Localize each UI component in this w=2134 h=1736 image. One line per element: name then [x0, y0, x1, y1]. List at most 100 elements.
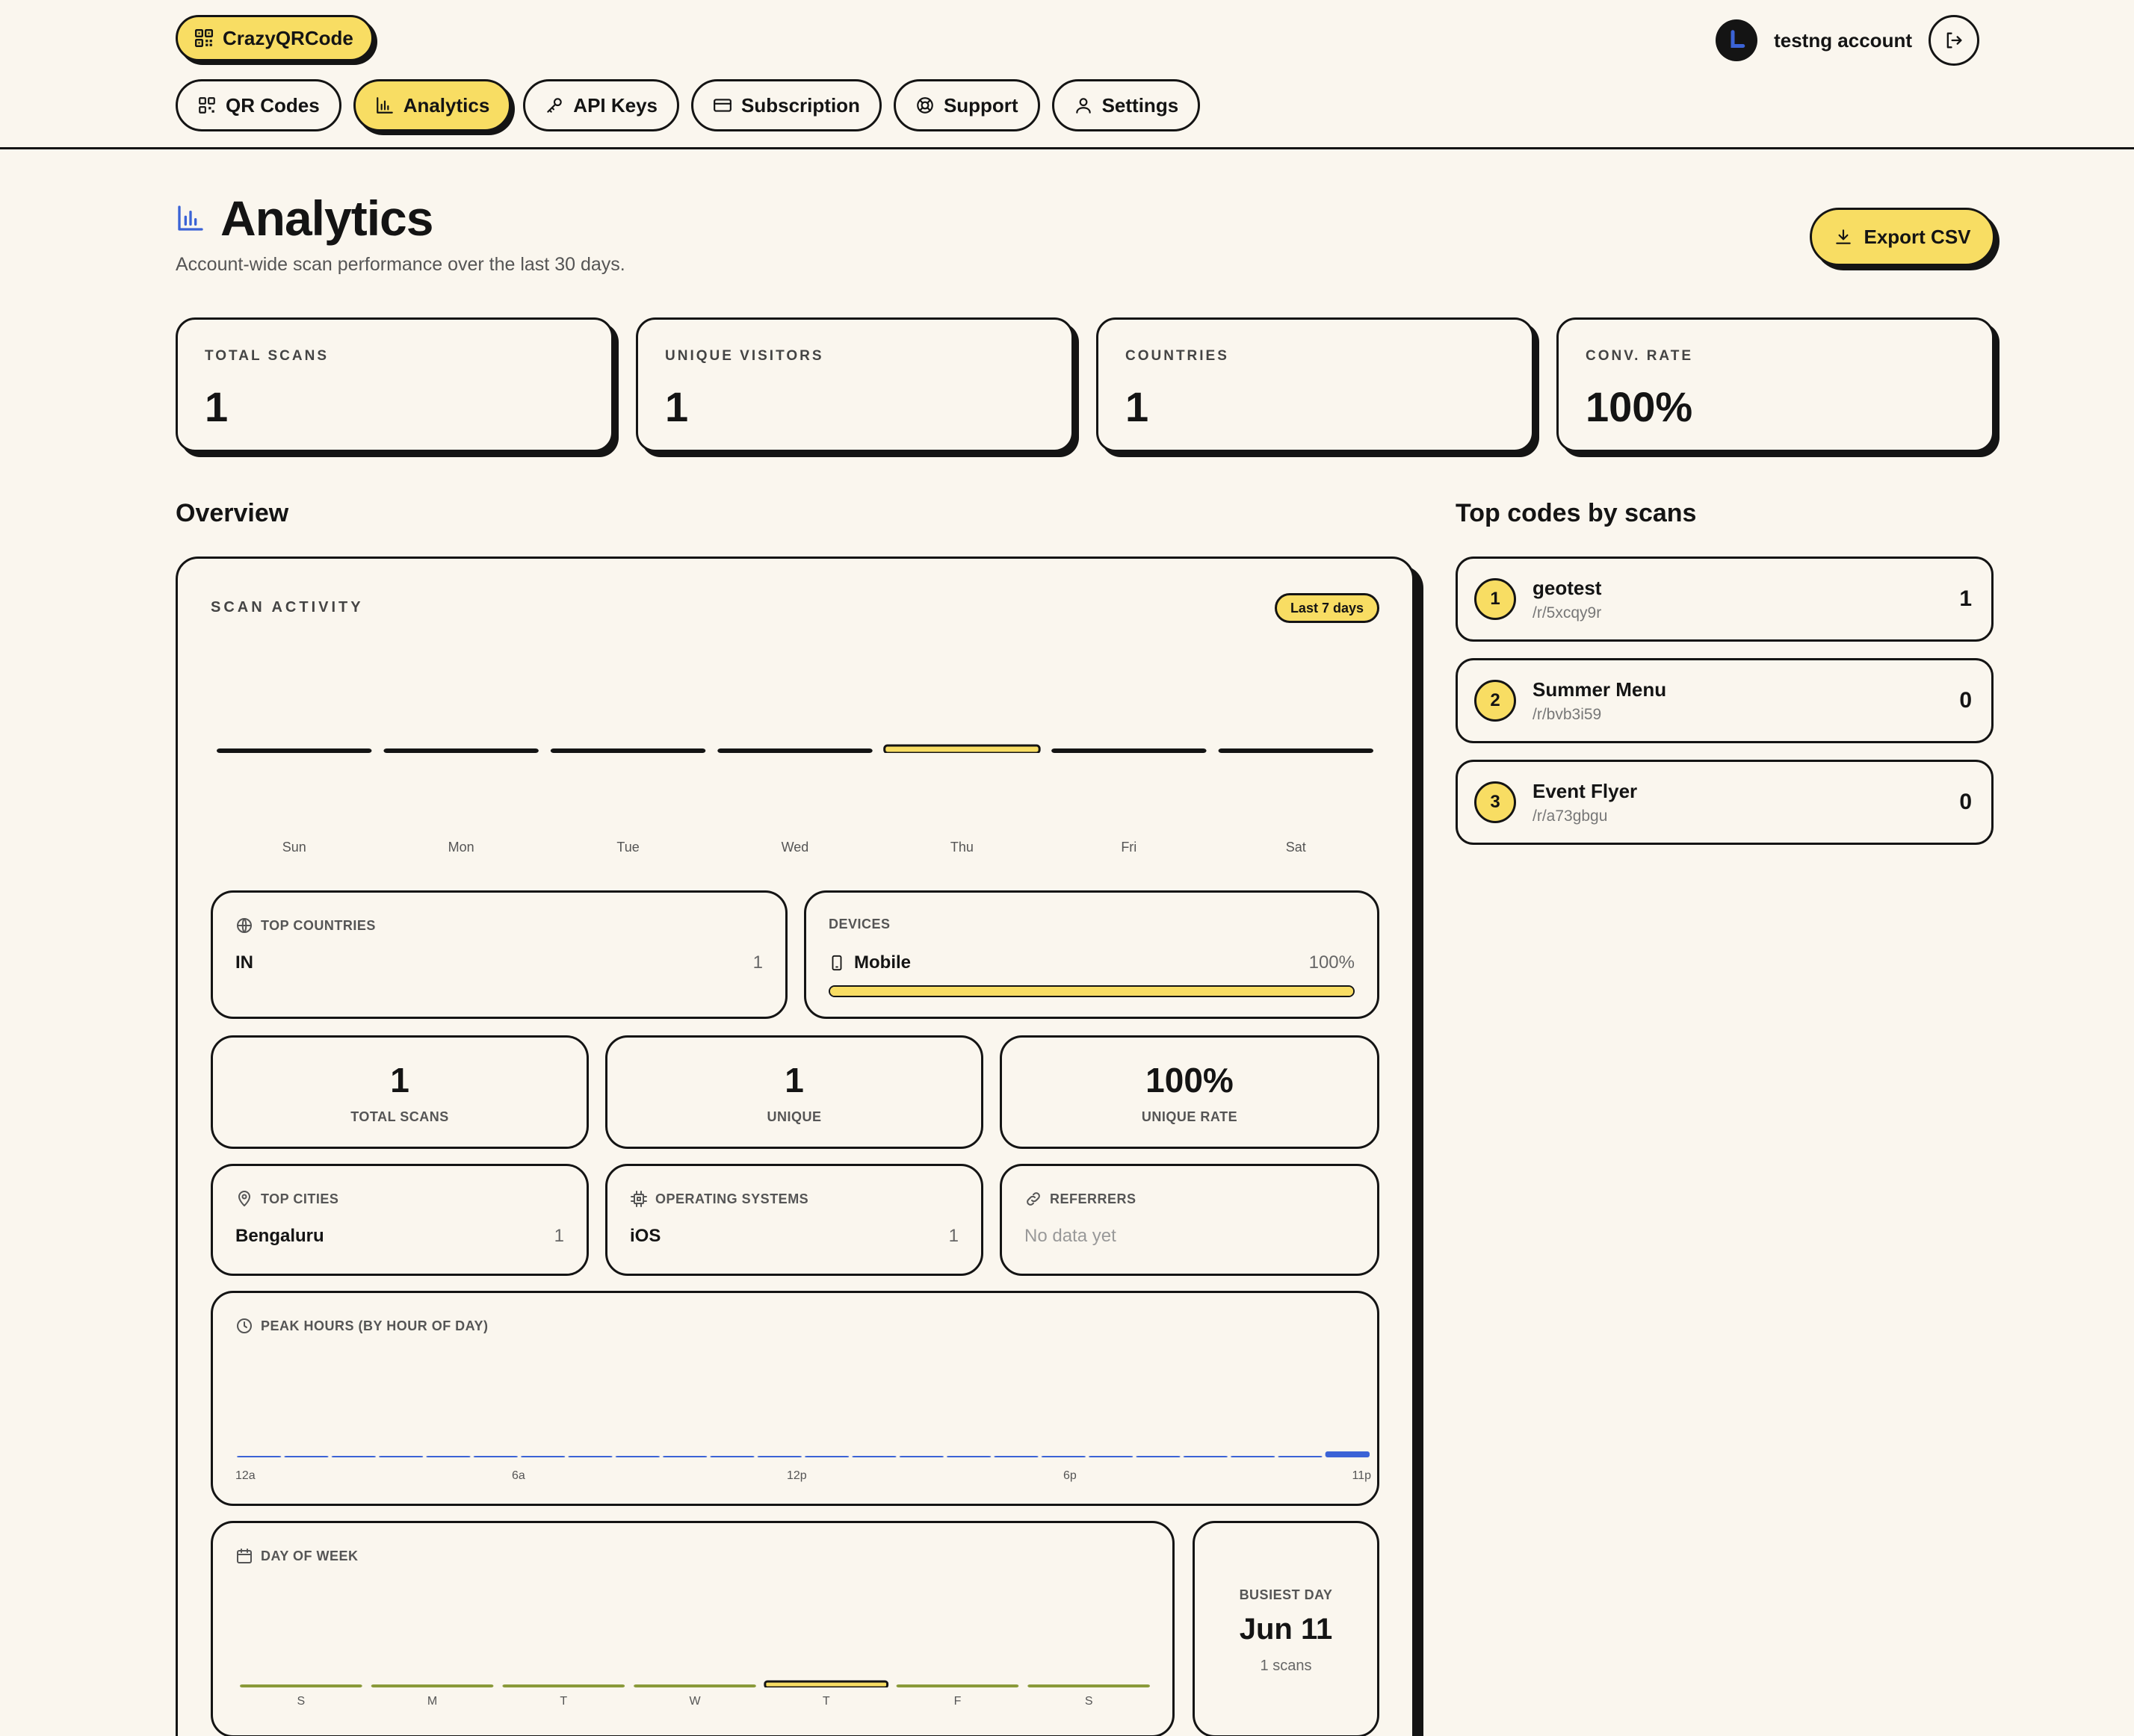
list-item: Mobile 100%	[829, 952, 1355, 973]
list-item: iOS 1	[630, 1226, 959, 1247]
tick-label: Wed	[781, 840, 809, 855]
nav-subscription[interactable]: Subscription	[691, 79, 882, 131]
nav-settings[interactable]: Settings	[1051, 79, 1201, 131]
tick-label: S	[1084, 1695, 1093, 1708]
avatar-logo-icon	[1731, 30, 1745, 48]
tick-label: 6a	[512, 1469, 525, 1482]
download-icon	[1836, 229, 1852, 244]
code-text: Event Flyer /r/a73gbgu	[1533, 780, 1959, 825]
stat-label: CONV. RATE	[1586, 348, 1694, 364]
tick-label: Mon	[448, 840, 474, 855]
export-csv-button[interactable]: Export CSV	[1810, 208, 1995, 266]
city-count: 1	[554, 1226, 564, 1246]
tick-label: 11p	[1352, 1469, 1371, 1482]
bar-21-21	[1231, 1456, 1275, 1457]
bar-F-5	[896, 1684, 1019, 1687]
top-cities-card: TOP CITIES Bengaluru 1	[211, 1164, 589, 1276]
bar-T-4	[764, 1680, 889, 1687]
day-of-week-axis: S M T W T F S	[235, 1695, 1154, 1708]
code-name: Event Flyer	[1533, 779, 1638, 802]
bar-1-1	[284, 1456, 329, 1457]
stat-card-conv-rate: CONV. RATE 100%	[1556, 317, 1994, 452]
page-header: Analytics	[176, 190, 433, 247]
nav-analytics[interactable]: Analytics	[353, 79, 512, 131]
bar-4-4	[426, 1456, 471, 1457]
code-text: Summer Menu /r/bvb3i59	[1533, 678, 1959, 724]
box-label-text: DEVICES	[829, 917, 891, 931]
nav-api-keys[interactable]: API Keys	[523, 79, 680, 131]
tick-label: M	[427, 1695, 438, 1708]
nav-label: QR Codes	[226, 93, 320, 117]
box-label-text: REFERRERS	[1050, 1191, 1136, 1206]
mini-label: TOTAL SCANS	[350, 1109, 449, 1124]
bar-14-14	[899, 1456, 944, 1457]
tick-label: Fri	[1121, 840, 1137, 855]
phone-icon	[832, 955, 842, 971]
bar-5-5	[473, 1456, 518, 1457]
busiest-day-label: BUSIEST DAY	[1239, 1587, 1333, 1602]
main-nav: QR Codes Analytics API Keys Subscription	[176, 79, 1201, 131]
device-name: Mobile	[829, 952, 911, 973]
mini-label: UNIQUE RATE	[1141, 1109, 1238, 1124]
devices-label: DEVICES	[829, 917, 891, 932]
brand-logo-button[interactable]: CrazyQRCode	[176, 15, 374, 61]
globe-icon	[237, 918, 252, 933]
nav-label: Subscription	[741, 93, 860, 117]
operating-systems-card: OPERATING SYSTEMS iOS 1	[605, 1164, 983, 1276]
link-icon	[1027, 1192, 1040, 1206]
top-code-item[interactable]: 1 geotest /r/5xcqy9r 1	[1456, 557, 1994, 642]
bar-Mon-1	[383, 748, 539, 753]
stat-label: TOTAL SCANS	[205, 348, 330, 364]
busiest-day-card: BUSIEST DAY Jun 11 1 scans	[1193, 1521, 1379, 1736]
clock-icon	[237, 1318, 252, 1333]
bar-0-0	[237, 1456, 282, 1457]
range-pill[interactable]: Last 7 days	[1274, 593, 1379, 623]
peak-hours-chart	[237, 1451, 1370, 1457]
stat-value: 1	[1125, 383, 1149, 430]
nav-label: Support	[943, 93, 1018, 117]
bar-W-3	[634, 1684, 756, 1687]
busiest-day-value: Jun 11	[1239, 1613, 1333, 1646]
box-label-text: TOP CITIES	[261, 1191, 339, 1206]
code-text: geotest /r/5xcqy9r	[1533, 577, 1959, 622]
summary-unique-rate: 100% UNIQUE RATE	[1000, 1035, 1379, 1149]
bar-15-15	[947, 1456, 992, 1457]
scan-activity-axis: Sun Mon Tue Wed Thu Fri Sat	[211, 840, 1379, 855]
top-code-item[interactable]: 3 Event Flyer /r/a73gbgu 0	[1456, 760, 1994, 845]
logout-button[interactable]	[1929, 15, 1979, 66]
map-pin-icon	[238, 1191, 250, 1206]
busiest-day-sub: 1 scans	[1260, 1658, 1312, 1674]
box-label-text: DAY OF WEEK	[261, 1548, 359, 1563]
devices-card: DEVICES Mobile 100%	[804, 890, 1379, 1019]
tick-label: T	[560, 1695, 568, 1708]
code-path: /r/a73gbgu	[1533, 807, 1608, 825]
stat-value: 1	[665, 383, 689, 430]
list-item: IN 1	[235, 952, 763, 973]
bar-18-18	[1089, 1456, 1134, 1457]
box-label-text: OPERATING SYSTEMS	[655, 1191, 809, 1206]
nav-qr-codes[interactable]: QR Codes	[176, 79, 341, 131]
bar-13-13	[852, 1456, 897, 1457]
bar-Tue-2	[550, 748, 706, 753]
chip-icon	[631, 1191, 647, 1207]
stat-card-total-scans: TOTAL SCANS 1	[176, 317, 613, 452]
bar-2-2	[331, 1456, 376, 1457]
account-name: testng account	[1774, 28, 1912, 52]
tick-label: W	[689, 1695, 701, 1708]
tick-label: Sun	[282, 840, 306, 855]
os-name: iOS	[630, 1226, 661, 1246]
scan-activity-label: SCAN ACTIVITY	[211, 599, 364, 616]
avatar[interactable]	[1716, 19, 1758, 61]
bar-M-1	[371, 1684, 494, 1687]
tick-label: 12a	[235, 1469, 256, 1482]
referrers-label: REFERRERS	[1024, 1190, 1136, 1208]
stat-value: 1	[205, 383, 229, 430]
nav-support[interactable]: Support	[893, 79, 1040, 131]
top-code-item[interactable]: 2 Summer Menu /r/bvb3i59 0	[1456, 658, 1994, 743]
rank-badge: 2	[1474, 680, 1516, 722]
tick-label: 6p	[1063, 1469, 1077, 1482]
empty-state: No data yet	[1024, 1226, 1355, 1247]
code-path: /r/bvb3i59	[1533, 705, 1602, 723]
user-icon	[1075, 98, 1091, 114]
device-percent: 100%	[1308, 952, 1355, 973]
